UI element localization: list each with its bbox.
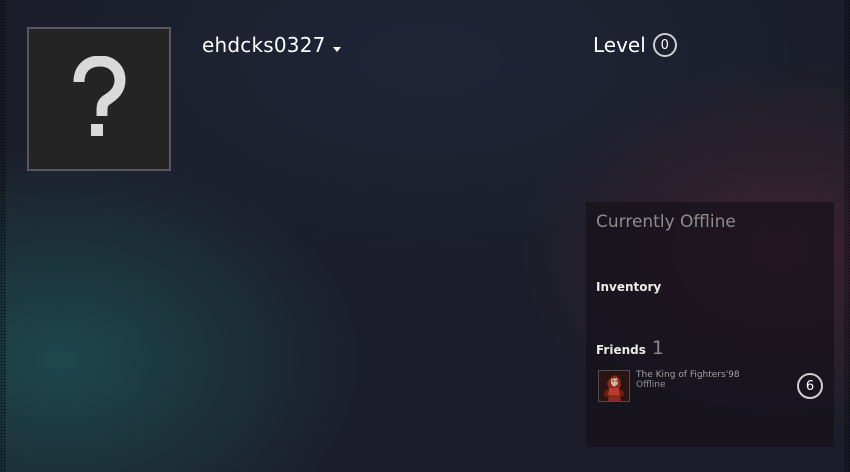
friend-list-item[interactable]: The King of Fighters'98 Offline 6 [598, 370, 823, 402]
friend-status: Offline [636, 380, 666, 390]
friend-avatar-image [599, 371, 629, 401]
friends-count: 1 [651, 337, 664, 359]
profile-avatar: ? [27, 27, 171, 171]
friend-name: The King of Fighters'98 [636, 370, 740, 380]
friend-avatar[interactable] [598, 370, 630, 402]
question-mark-icon [73, 56, 126, 136]
friends-label: Friends [596, 343, 646, 357]
level-badge: 0 [652, 33, 677, 57]
left-edge-pattern [0, 0, 6, 472]
online-status: Currently Offline [596, 212, 736, 232]
profile-level: Level 0 [593, 33, 677, 57]
level-label: Level [593, 33, 646, 57]
inventory-link[interactable]: Inventory [596, 280, 661, 294]
username-dropdown[interactable]: ehdcks0327 [202, 33, 341, 57]
caret-down-icon [332, 46, 341, 52]
profile-side-panel: Currently Offline Inventory Friends 1 Th… [586, 202, 834, 447]
username: ehdcks0327 [202, 33, 326, 57]
right-edge-pattern [844, 0, 850, 472]
friends-link[interactable]: Friends 1 [596, 337, 664, 359]
friend-level-badge: 6 [797, 373, 823, 399]
